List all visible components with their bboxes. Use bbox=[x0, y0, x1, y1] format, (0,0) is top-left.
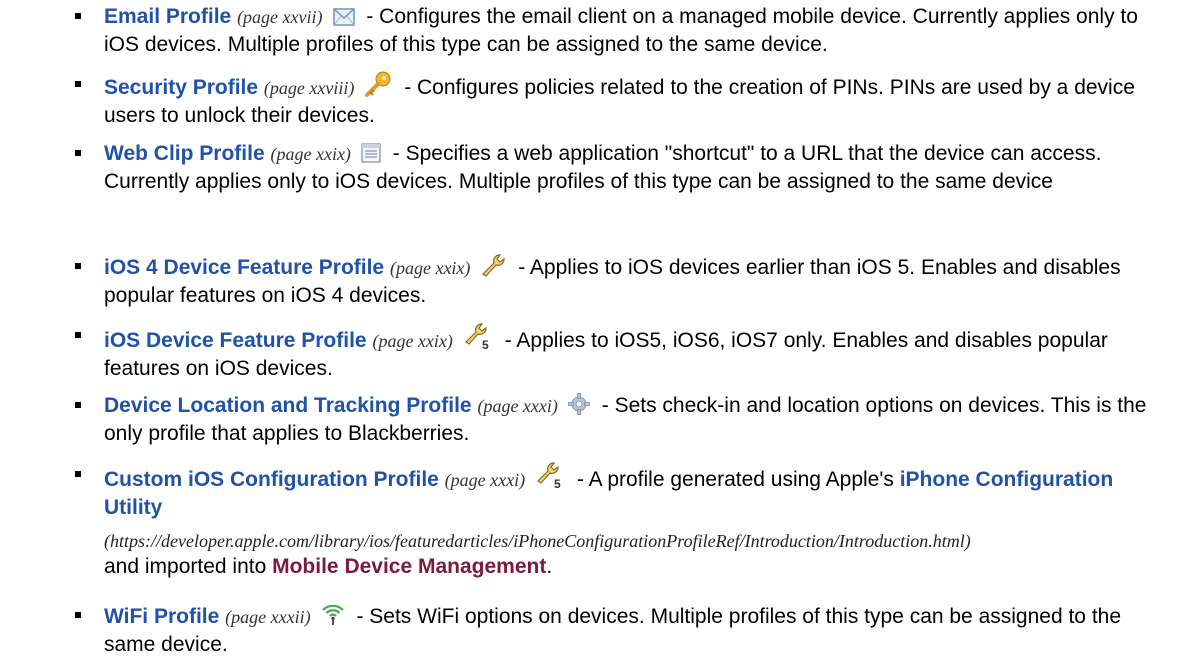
page-ref: (page xxix) bbox=[270, 144, 351, 164]
wrench-5-icon: 5 bbox=[463, 322, 493, 350]
description: - Configures policies related to the cre… bbox=[104, 76, 1135, 127]
page-ref: (page xxviii) bbox=[263, 78, 355, 98]
page-ref: (page xxxi) bbox=[477, 396, 558, 416]
svg-text:5: 5 bbox=[482, 338, 489, 350]
list-item-email-profile: Email Profile (page xxvii) - Configures … bbox=[0, 3, 1170, 58]
custom-ios-configuration-profile-link[interactable]: Custom iOS Configuration Profile bbox=[104, 468, 439, 491]
wifi-profile-link[interactable]: WiFi Profile bbox=[104, 605, 219, 628]
gear-icon bbox=[568, 393, 590, 415]
ios-device-feature-profile-link[interactable]: iOS Device Feature Profile bbox=[104, 329, 367, 352]
svg-text:5: 5 bbox=[554, 477, 561, 489]
list-item-web-clip-profile: Web Clip Profile (page xxix) - Specifies… bbox=[0, 140, 1170, 195]
bullet bbox=[75, 471, 81, 477]
wifi-icon bbox=[321, 602, 345, 626]
web-clip-icon bbox=[361, 143, 381, 163]
page-ref: (page xxvii) bbox=[237, 7, 323, 27]
list-item-wifi-profile: WiFi Profile (page xxxii) - Sets WiFi op… bbox=[0, 602, 1170, 658]
page-ref: (page xxxii) bbox=[225, 607, 311, 627]
key-icon bbox=[364, 71, 392, 97]
bullet bbox=[75, 612, 81, 618]
bullet bbox=[75, 263, 81, 269]
list-item-ios-device-feature-profile: iOS Device Feature Profile (page xxix) 5 … bbox=[0, 322, 1170, 382]
wrench-5-icon: 5 bbox=[535, 461, 565, 489]
web-clip-profile-link[interactable]: Web Clip Profile bbox=[104, 142, 265, 165]
wrench-icon bbox=[480, 253, 506, 277]
bullet bbox=[75, 13, 81, 19]
list-item-ios4-device-feature-profile: iOS 4 Device Feature Profile (page xxix)… bbox=[0, 253, 1170, 309]
product-name: Mobile Device Management bbox=[272, 555, 547, 578]
description-end: . bbox=[546, 555, 553, 578]
page-ref: (page xxix) bbox=[389, 258, 471, 278]
page-ref: (page xxxi) bbox=[444, 470, 526, 490]
list-item-device-location-tracking-profile: Device Location and Tracking Profile (pa… bbox=[0, 392, 1170, 447]
device-location-tracking-profile-link[interactable]: Device Location and Tracking Profile bbox=[104, 394, 472, 417]
bullet bbox=[75, 332, 81, 338]
bullet bbox=[75, 81, 81, 87]
page-ref: (page xxix) bbox=[372, 331, 453, 351]
utility-url[interactable]: (https://developer.apple.com/library/ios… bbox=[104, 529, 1170, 553]
description-mid: and imported into bbox=[104, 555, 273, 578]
list-item-security-profile: Security Profile (page xxviii) - Configu… bbox=[0, 71, 1170, 129]
description-pre: - A profile generated using Apple's bbox=[571, 468, 900, 491]
email-profile-link[interactable]: Email Profile bbox=[104, 5, 231, 28]
bullet bbox=[75, 150, 81, 156]
security-profile-link[interactable]: Security Profile bbox=[104, 76, 258, 99]
ios4-device-feature-profile-link[interactable]: iOS 4 Device Feature Profile bbox=[104, 256, 384, 279]
bullet bbox=[75, 402, 81, 408]
envelope-icon bbox=[332, 8, 355, 26]
list-item-custom-ios-configuration-profile: Custom iOS Configuration Profile (page x… bbox=[0, 461, 1170, 580]
